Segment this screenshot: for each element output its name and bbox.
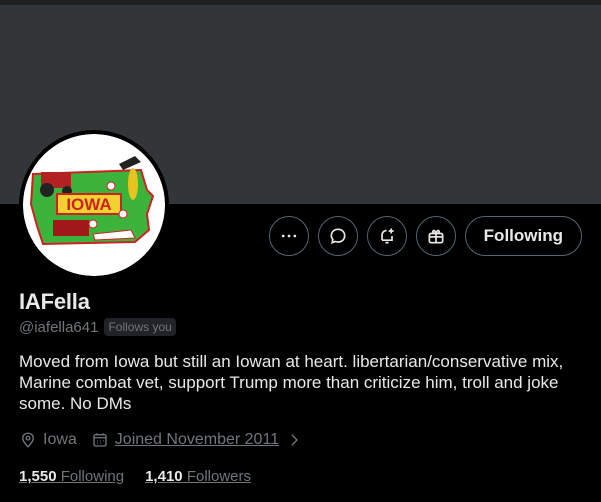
followers-label: Followers xyxy=(186,468,251,485)
profile-bio: Moved from Iowa but still an Iowan at he… xyxy=(19,352,564,413)
joined-item[interactable]: Joined November 2011 xyxy=(91,431,303,449)
profile-stats: 1,550 Following 1,410 Followers xyxy=(19,468,251,485)
profile-name: IAFella xyxy=(19,289,90,314)
more-button[interactable] xyxy=(268,216,309,256)
joined-date-link[interactable]: Joined November 2011 xyxy=(115,431,279,449)
notify-button[interactable] xyxy=(366,216,407,256)
avatar[interactable]: IOWA xyxy=(19,130,169,280)
more-icon xyxy=(281,234,296,238)
profile-handle: @iafella641 xyxy=(19,318,99,336)
svg-text:IOWA: IOWA xyxy=(66,195,111,214)
subscribe-button[interactable] xyxy=(415,216,456,256)
calendar-icon xyxy=(93,433,107,447)
followers-count: 1,410 xyxy=(145,468,183,485)
following-count-link[interactable]: 1,550 Following xyxy=(19,468,124,485)
message-button[interactable] xyxy=(317,216,358,256)
handle-row: @iafella641 Follows you xyxy=(19,318,176,336)
message-icon xyxy=(330,228,346,244)
following-button[interactable]: Following xyxy=(464,216,582,256)
location-item: Iowa xyxy=(19,431,77,449)
location-pin-icon xyxy=(22,432,34,448)
profile-actions: Following xyxy=(268,216,582,256)
chevron-right-icon[interactable] xyxy=(285,431,303,449)
followers-count-link[interactable]: 1,410 Followers xyxy=(145,468,251,485)
follows-you-badge: Follows you xyxy=(104,318,176,336)
following-count: 1,550 xyxy=(19,468,57,485)
location-text: Iowa xyxy=(43,431,77,448)
following-label: Following xyxy=(60,468,125,485)
gift-icon xyxy=(428,229,444,244)
bell-plus-icon xyxy=(380,228,394,244)
iowa-map-avatar-image: IOWA xyxy=(23,134,165,276)
profile-meta: Iowa Joined November 2011 xyxy=(19,431,303,449)
